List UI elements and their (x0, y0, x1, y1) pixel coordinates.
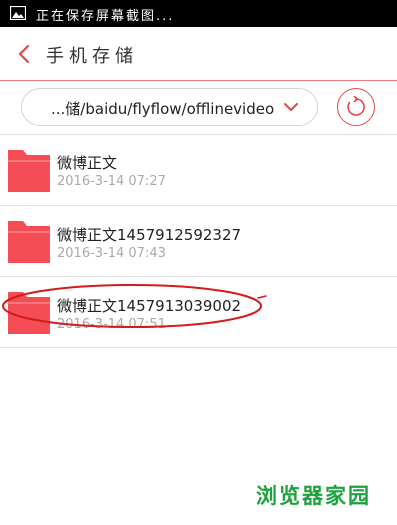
item-name: 微博正文1457912592327 (57, 226, 242, 244)
chevron-down-icon (284, 103, 298, 111)
refresh-button[interactable] (337, 88, 375, 126)
page-title: 手机存储 (46, 46, 138, 67)
status-text: 正在保存屏幕截图... (36, 9, 175, 24)
refresh-icon (347, 96, 365, 116)
image-icon (10, 6, 26, 20)
item-date: 2016-3-14 07:27 (57, 174, 166, 189)
list-item[interactable]: 微博正文 2016-3-14 07:27 (0, 135, 397, 206)
watermark: 浏览器家园 (256, 484, 371, 508)
list-item[interactable]: 微博正文1457912592327 2016-3-14 07:43 (0, 206, 397, 277)
path-text: ...储/baidu/flyflow/offlinevideo (51, 100, 275, 118)
item-name: 微博正文1457913039002 (57, 297, 242, 315)
item-date: 2016-3-14 07:43 (57, 246, 166, 261)
list-item[interactable]: 微博正文1457913039002 2016-3-14 07:51 (0, 277, 397, 348)
folder-icon (8, 221, 50, 263)
path-dropdown[interactable]: ...储/baidu/flyflow/offlinevideo (21, 88, 318, 126)
header: 手机存储 (0, 27, 397, 81)
item-date: 2016-3-14 07:51 (57, 317, 166, 332)
item-name: 微博正文 (57, 154, 118, 172)
folder-icon (8, 292, 50, 334)
path-bar: ...储/baidu/flyflow/offlinevideo (0, 81, 397, 135)
folder-icon (8, 150, 50, 192)
status-bar: 正在保存屏幕截图... (0, 0, 397, 27)
chevron-left-icon[interactable] (13, 41, 37, 67)
